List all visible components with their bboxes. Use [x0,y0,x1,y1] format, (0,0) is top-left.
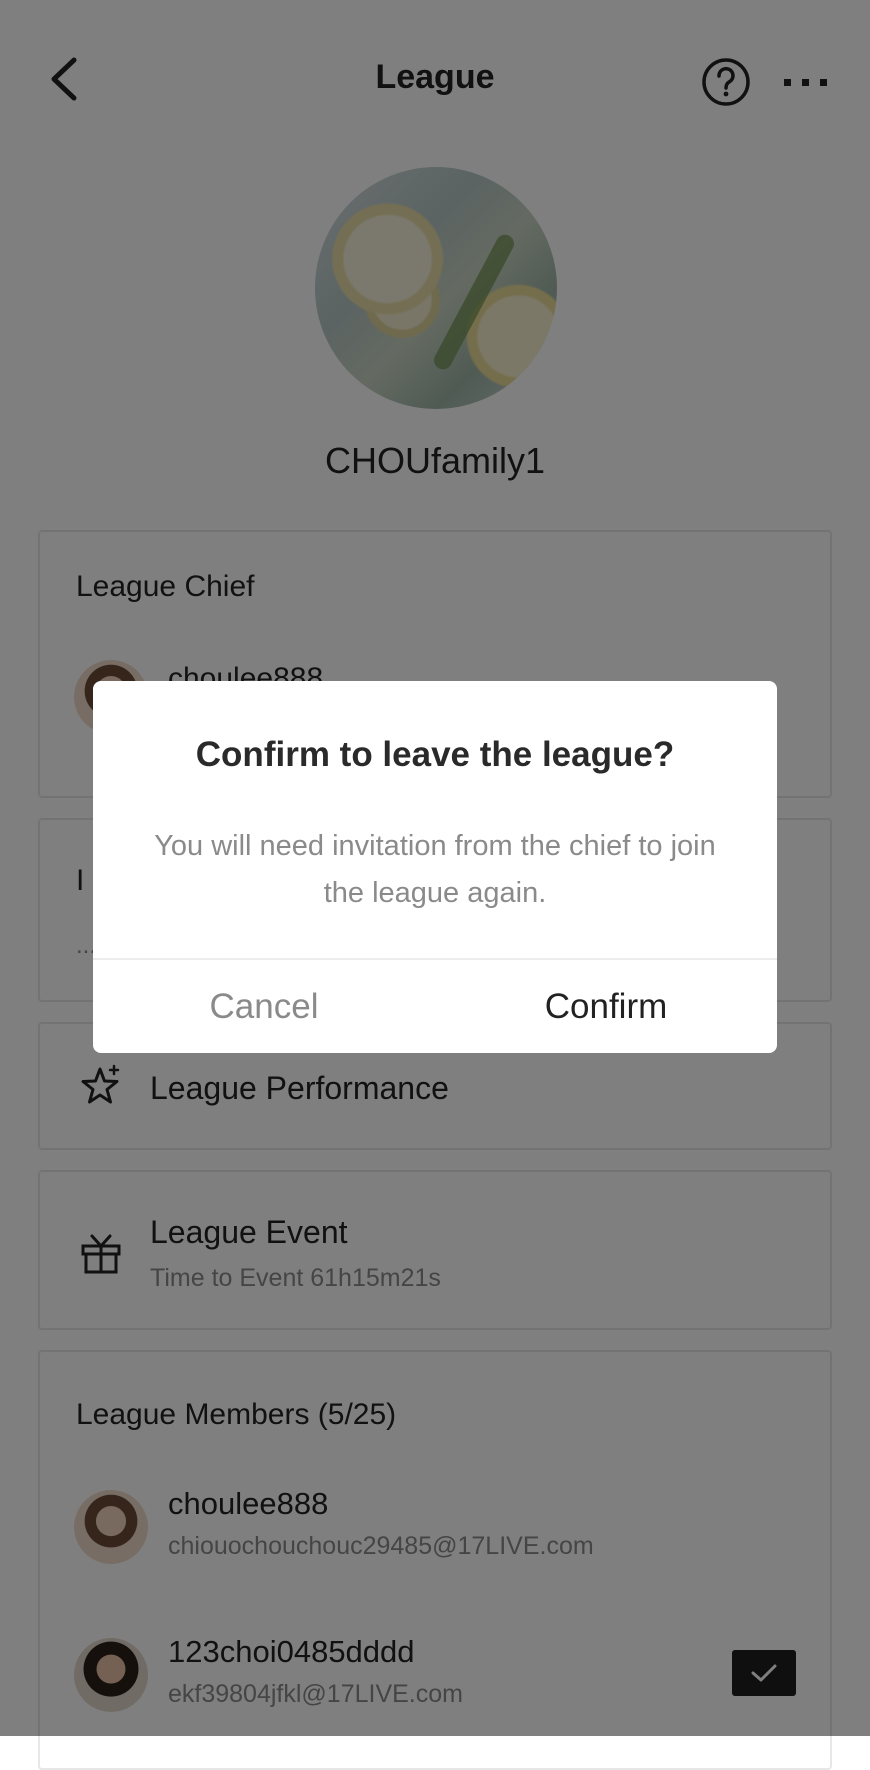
leave-league-dialog: Confirm to leave the league? You will ne… [93,681,777,1053]
dialog-title: Confirm to leave the league? [195,735,675,774]
cancel-button[interactable]: Cancel [93,960,435,1053]
dialog-message: You will need invitation from the chief … [154,830,716,909]
confirm-button[interactable]: Confirm [435,960,777,1053]
